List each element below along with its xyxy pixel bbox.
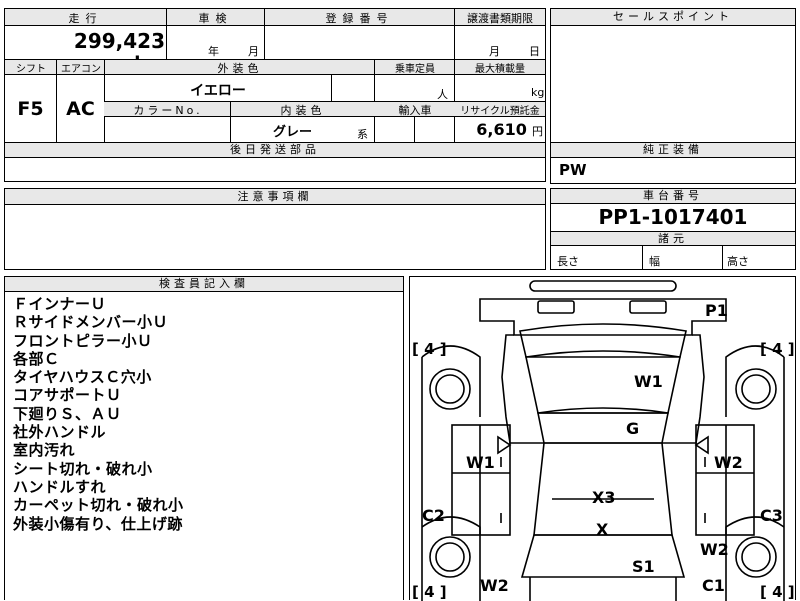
tire-label-fr: [ 4 ] — [760, 583, 795, 601]
damage-mark: X3 — [592, 488, 616, 507]
damage-mark: X — [596, 520, 609, 539]
note-item: Ｒサイドメンバー小Ｕ — [13, 313, 169, 332]
damage-mark: C3 — [760, 506, 783, 525]
inspector-notes-list: ＦインナーＵ Ｒサイドメンバー小Ｕ フロントピラー小Ｕ 各部Ｃ タイヤハウスＣ穴… — [13, 295, 184, 533]
import-header: 輸入車 — [398, 104, 432, 117]
recycle-value: 6,610 円 — [455, 120, 543, 139]
recycle-unit: 円 — [532, 125, 543, 138]
note-item: 室内汚れ — [13, 441, 76, 460]
mileage-header: 走行 — [68, 12, 103, 25]
capacity-unit: 人 — [437, 88, 448, 101]
inspector-notes-header: 検査員記入欄 — [5, 277, 403, 292]
shift-value: F5 — [17, 98, 44, 120]
ext-color-value: イエロー — [190, 83, 246, 99]
aircon-value: AC — [66, 98, 95, 120]
note-item: 外装小傷有り、仕上げ跡 — [13, 514, 183, 533]
note-item: フロントピラー小Ｕ — [13, 331, 153, 350]
chassis-header: 車台番号 — [551, 189, 795, 204]
deadline-header: 譲渡書類期限 — [467, 12, 533, 25]
genuine-equipment-header: 純正装備 — [551, 143, 795, 158]
top-info-table: 走行 車検 登録番号 譲渡書類期限 299,423 km 年 月 月 日 — [4, 8, 546, 74]
int-color-header: 内装色 — [280, 104, 326, 117]
shipping-parts-header: 後日発送部品 — [5, 143, 545, 158]
aircon-header: エアコン — [61, 64, 101, 75]
shipping-parts-box: 後日発送部品 — [4, 142, 546, 182]
damage-mark: S1 — [632, 557, 655, 576]
tire-depth: 4 — [772, 340, 783, 358]
damage-mark: W2 — [714, 453, 743, 472]
tire-depth: 4 — [424, 583, 435, 601]
tire-label-rr: [ 4 ] — [760, 340, 795, 358]
color-no-header: カラーNo. — [133, 104, 203, 117]
note-item: 下廻りＳ、ＡＵ — [13, 404, 122, 423]
damage-mark: W2 — [700, 540, 729, 559]
note-item: 各部Ｃ — [13, 349, 60, 368]
int-color-suffix: 系 — [357, 128, 368, 141]
car-diagram-box: [ 4 ] [ 4 ] [ 4 ] [ 4 ] P1 W1 G W1 W2 X3… — [409, 276, 796, 601]
sale-points-box: セールスポイント 純正装備 PW — [550, 8, 796, 184]
note-item: ハンドルすれ — [13, 477, 107, 496]
chassis-box: 車台番号 PP1-1017401 諸元 長さ 幅 高さ — [550, 188, 796, 270]
note-item: 社外ハンドル — [13, 423, 107, 442]
damage-mark: C1 — [702, 576, 725, 595]
damage-mark: C2 — [422, 506, 445, 525]
tire-label-fl: [ 4 ] — [412, 583, 447, 601]
note-item: カーペット切れ・破れ小 — [13, 496, 184, 515]
inspection-year: 年 — [208, 45, 219, 58]
car-outline-diagram — [421, 280, 785, 601]
spec-height: 高さ — [727, 255, 749, 268]
load-unit: kg — [531, 86, 545, 99]
sale-points-header: セールスポイント — [551, 9, 795, 26]
inspection-header: 車検 — [198, 12, 233, 25]
recycle-amount: 6,610 — [476, 120, 527, 139]
deadline-day: 日 — [529, 45, 540, 58]
damage-mark: W1 — [466, 453, 495, 472]
vehicle-detail-table: シフト エアコン 外装色 乗車定員 最大積載量 F5 AC イエロー 人 kg … — [4, 59, 546, 143]
note-item: タイヤハウスＣ穴小 — [13, 368, 152, 387]
specs-header: 諸元 — [551, 231, 795, 246]
ext-color-header: 外装色 — [217, 62, 263, 75]
recycle-header: リサイクル預託金 — [460, 106, 540, 117]
note-item: シート切れ・破れ小 — [13, 459, 153, 478]
tire-depth: 4 — [424, 340, 435, 358]
mileage-number: 299,423 — [73, 29, 165, 53]
chassis-number: PP1-1017401 — [598, 205, 748, 229]
caution-header: 注意事項欄 — [5, 189, 545, 205]
spec-width: 幅 — [649, 255, 660, 268]
tire-label-rl: [ 4 ] — [412, 340, 447, 358]
max-load-header: 最大積載量 — [475, 64, 525, 75]
shift-header: シフト — [16, 64, 46, 75]
damage-mark: P1 — [705, 301, 728, 320]
capacity-header: 乗車定員 — [395, 64, 435, 75]
note-item: ＦインナーＵ — [13, 295, 107, 313]
int-color-value: グレー — [273, 125, 313, 140]
tire-depth: 4 — [772, 583, 783, 601]
registration-header: 登録番号 — [325, 12, 394, 25]
note-item: コアサポートＵ — [13, 386, 122, 405]
damage-mark: G — [626, 419, 640, 438]
damage-mark: W1 — [634, 372, 663, 391]
deadline-month: 月 — [489, 45, 500, 58]
spec-length: 長さ — [557, 255, 579, 268]
caution-box: 注意事項欄 — [4, 188, 546, 270]
damage-mark: W2 — [480, 576, 509, 595]
inspector-notes-box: 検査員記入欄 ＦインナーＵ Ｒサイドメンバー小Ｕ フロントピラー小Ｕ 各部Ｃ タ… — [4, 276, 404, 600]
genuine-equipment-value: PW — [559, 161, 587, 179]
inspection-month: 月 — [248, 45, 259, 58]
